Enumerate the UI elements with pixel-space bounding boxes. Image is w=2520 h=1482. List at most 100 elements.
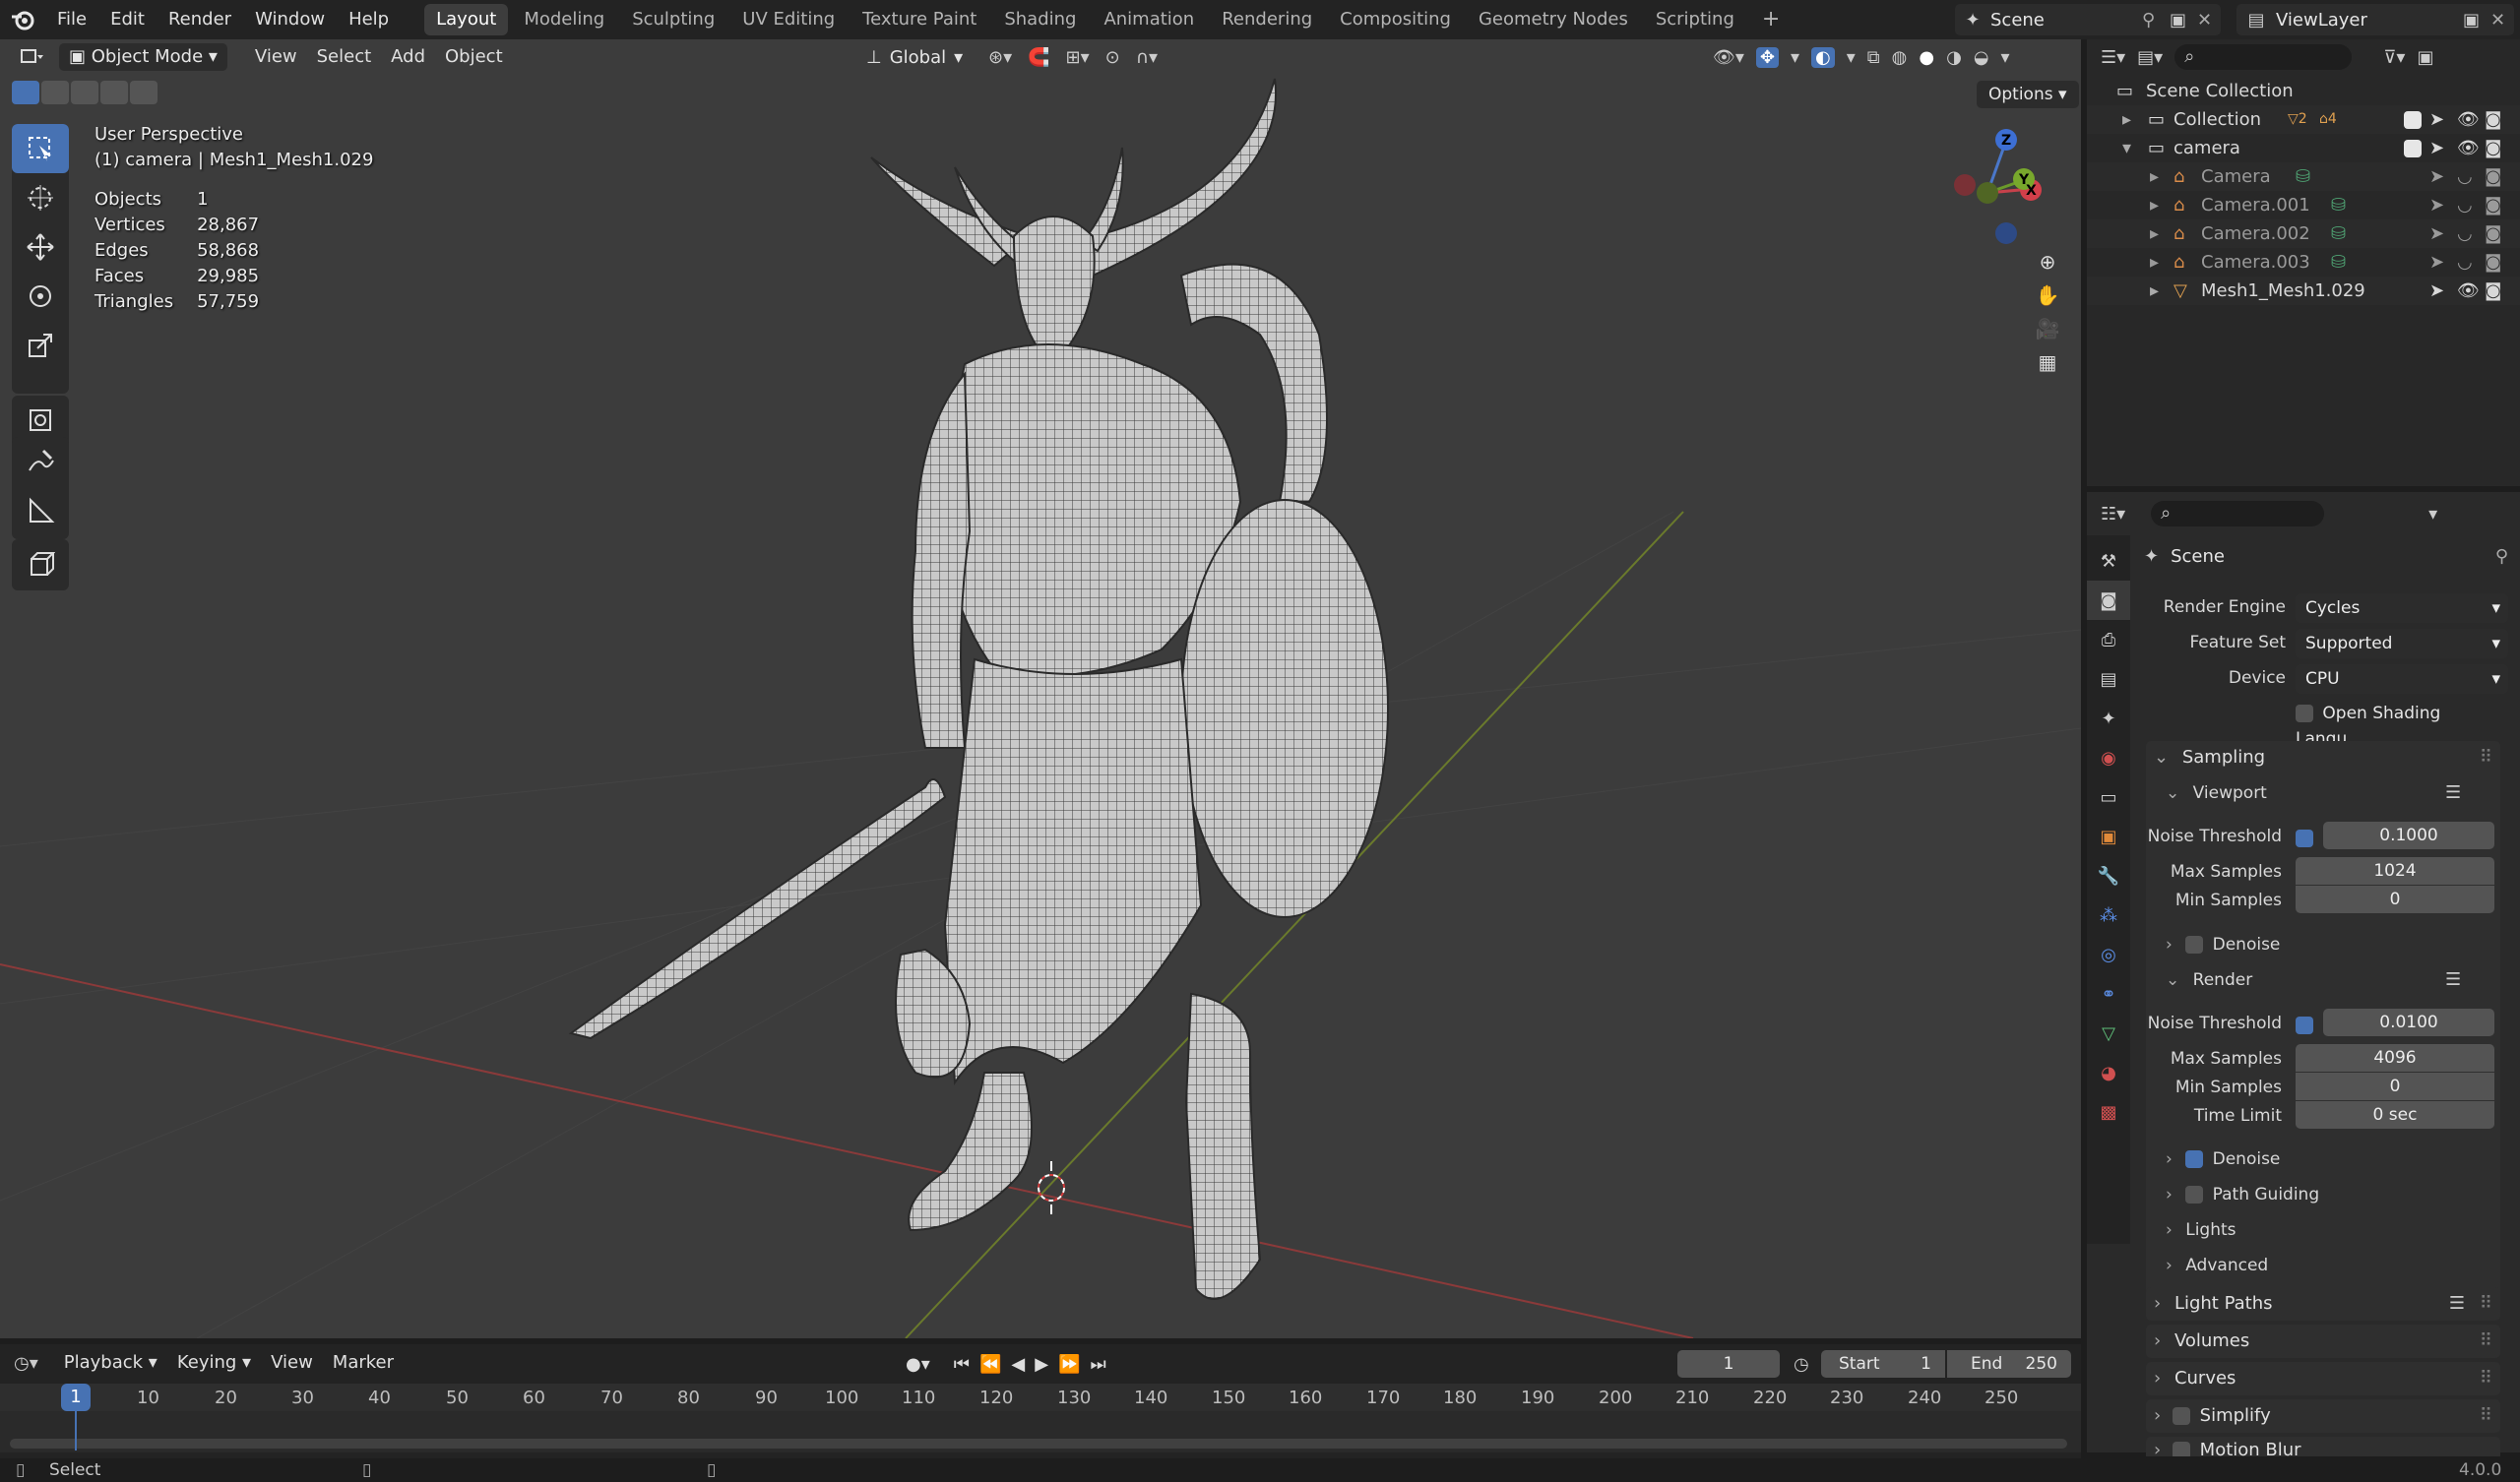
menu-edit[interactable]: Edit xyxy=(98,0,157,39)
pin-icon[interactable]: ⚲ xyxy=(2495,546,2508,567)
feature-set-dropdown[interactable]: Supported ▾ xyxy=(2296,629,2508,658)
render-subpanel-header[interactable]: ⌄ Render xyxy=(2166,965,2252,995)
drag-handle-icon[interactable]: ⠿ xyxy=(2480,741,2492,774)
options-dropdown[interactable]: Options ▾ xyxy=(1977,81,2079,108)
panel-separator[interactable] xyxy=(2087,486,2520,492)
overlays-icon[interactable]: ◐ xyxy=(1811,46,1835,68)
expand-arrow-icon[interactable]: ▸ xyxy=(2150,277,2159,305)
start-frame-field[interactable]: Start 1 xyxy=(1821,1350,1945,1378)
r-denoise-subpanel[interactable]: › Denoise xyxy=(2166,1144,2280,1174)
jump-end-icon[interactable]: ⏭ xyxy=(1090,1354,1105,1375)
light-paths-panel-header[interactable]: › Light Paths ☰ ⠿ xyxy=(2146,1287,2500,1321)
proportional-edit-icon[interactable]: ⊙ xyxy=(1105,47,1120,68)
render-camera-icon[interactable]: ◙ xyxy=(2485,248,2501,277)
tab-animation[interactable]: Animation xyxy=(1092,4,1206,35)
filter-icon[interactable]: ⊽▾ xyxy=(2383,47,2405,68)
new-collection-icon[interactable]: ▣ xyxy=(2417,47,2433,68)
menu-marker[interactable]: Marker xyxy=(323,1348,404,1378)
rotate-tool-icon[interactable] xyxy=(12,272,69,321)
menu-view[interactable]: View xyxy=(261,1348,323,1378)
falloff-icon[interactable]: ∩▾ xyxy=(1136,47,1158,68)
scale-tool-icon[interactable] xyxy=(12,321,69,370)
display-mode-icon[interactable]: ▤▾ xyxy=(2137,47,2163,68)
outliner-item-camera-003[interactable]: ▸ ⌂ Camera.003 ⛁ ➤ ◡ ◙ xyxy=(2087,248,2520,277)
shading-material-icon[interactable]: ◑ xyxy=(1946,47,1962,68)
camera-view-icon[interactable]: 🎥 xyxy=(2036,317,2060,340)
close-icon[interactable]: ✕ xyxy=(2490,10,2514,31)
osl-checkbox[interactable]: Open Shading Langu... xyxy=(2296,701,2512,749)
snap-icon[interactable]: 🧲 xyxy=(1028,47,1049,68)
scene-tab-icon[interactable]: ✦ xyxy=(2087,699,2130,738)
pan-hand-icon[interactable]: ✋ xyxy=(2036,283,2060,307)
expand-arrow-icon[interactable]: ▸ xyxy=(2150,248,2159,277)
eye-icon[interactable]: 👁 xyxy=(2457,277,2480,305)
tab-layout[interactable]: Layout xyxy=(424,4,509,35)
menu-object[interactable]: Object xyxy=(435,42,513,72)
vp-min-samples-field[interactable]: 0 xyxy=(2296,886,2494,913)
viewport-subpanel-header[interactable]: ⌄ Viewport xyxy=(2166,778,2267,808)
new-viewlayer-icon[interactable]: ▣ xyxy=(2463,10,2490,31)
editor-type-icon[interactable]: ◷▾ xyxy=(14,1353,38,1374)
outliner-item-mesh[interactable]: ▸ ▽ Mesh1_Mesh1.029 ➤ 👁 ◙ xyxy=(2087,277,2520,305)
exclude-checkbox[interactable] xyxy=(2404,105,2422,134)
blender-logo-icon[interactable] xyxy=(0,8,45,31)
playhead[interactable]: 1 xyxy=(61,1384,91,1411)
add-cube-tool-icon[interactable] xyxy=(12,539,69,588)
volumes-panel-header[interactable]: › Volumes ⠿ xyxy=(2146,1325,2500,1358)
play-icon[interactable]: ▶ xyxy=(1035,1354,1048,1375)
next-keyframe-icon[interactable]: ⏩ xyxy=(1058,1354,1080,1375)
select-arrow-icon[interactable]: ➤ xyxy=(2429,277,2444,305)
viewlayer-selector[interactable]: ▤ ViewLayer ▣ ✕ xyxy=(2236,4,2514,35)
output-tab-icon[interactable]: ⎙ xyxy=(2087,620,2130,659)
render-engine-dropdown[interactable]: Cycles ▾ xyxy=(2296,593,2508,623)
drag-handle-icon[interactable]: ⠿ xyxy=(2480,1287,2492,1321)
play-reverse-icon[interactable]: ◀ xyxy=(1011,1354,1025,1375)
jump-start-icon[interactable]: ⏮ xyxy=(954,1354,970,1375)
perspective-grid-icon[interactable]: ▦ xyxy=(2039,350,2057,374)
tab-sculpting[interactable]: Sculpting xyxy=(620,4,726,35)
pivot-icon[interactable]: ⊛▾ xyxy=(988,47,1012,68)
options-chevron-icon[interactable]: ▾ xyxy=(2428,504,2437,525)
simplify-panel-header[interactable]: › Simplify ⠿ xyxy=(2146,1399,2500,1433)
select-arrow-icon[interactable]: ➤ xyxy=(2429,248,2444,277)
menu-playback[interactable]: Playback ▾ xyxy=(54,1348,167,1378)
pin-icon[interactable]: ⚲ xyxy=(2142,10,2170,31)
render-camera-icon[interactable]: ◙ xyxy=(2485,162,2501,191)
menu-help[interactable]: Help xyxy=(337,0,401,39)
menu-view[interactable]: View xyxy=(245,42,307,72)
eye-icon[interactable]: 👁 xyxy=(2457,105,2480,134)
drag-handle-icon[interactable]: ⠿ xyxy=(2480,1325,2492,1358)
motion-blur-panel-header[interactable]: › Motion Blur xyxy=(2146,1437,2500,1456)
panel-separator[interactable] xyxy=(2081,39,2087,1458)
expand-arrow-icon[interactable]: ▸ xyxy=(2150,191,2159,219)
close-icon[interactable]: ✕ xyxy=(2197,10,2221,31)
texture-tab-icon[interactable]: ▩ xyxy=(2087,1092,2130,1132)
advanced-subpanel[interactable]: › Advanced xyxy=(2166,1251,2268,1280)
select-arrow-icon[interactable]: ➤ xyxy=(2429,105,2444,134)
select-box-new-icon[interactable] xyxy=(12,81,39,104)
tool-tab-icon[interactable]: ⚒ xyxy=(2087,541,2130,581)
render-camera-icon[interactable]: ◙ xyxy=(2485,134,2501,162)
gizmo-toggle-icon[interactable]: ✥ xyxy=(1755,46,1779,68)
menu-add[interactable]: Add xyxy=(381,42,435,72)
zoom-icon[interactable]: ⊕ xyxy=(2040,250,2056,274)
shading-wireframe-icon[interactable]: ◍ xyxy=(1892,47,1908,68)
select-arrow-icon[interactable]: ➤ xyxy=(2429,219,2444,248)
pivot-snap-group[interactable]: ⊛▾ 🧲 ⊞▾ ⊙ ∩▾ xyxy=(988,43,1158,71)
select-arrow-icon[interactable]: ➤ xyxy=(2429,191,2444,219)
menu-keying[interactable]: Keying ▾ xyxy=(167,1348,261,1378)
navigation-gizmo[interactable]: Z X Y xyxy=(1945,124,2053,252)
r-noise-threshold-field[interactable]: 0.0100 xyxy=(2323,1009,2494,1036)
simplify-checkbox[interactable] xyxy=(2172,1407,2190,1425)
prev-keyframe-icon[interactable]: ⏪ xyxy=(979,1354,1001,1375)
material-tab-icon[interactable]: ◕ xyxy=(2087,1053,2130,1092)
scene-selector[interactable]: ✦ Scene ⚲ ▣ ✕ xyxy=(1955,4,2221,35)
tab-compositing[interactable]: Compositing xyxy=(1328,4,1463,35)
shading-rendered-icon[interactable]: ◒ xyxy=(1974,47,1989,68)
select-box-intersect-icon[interactable] xyxy=(130,81,158,104)
cursor-tool-icon[interactable] xyxy=(12,173,69,222)
select-arrow-icon[interactable]: ➤ xyxy=(2429,134,2444,162)
eye-closed-icon[interactable]: ◡ xyxy=(2457,219,2473,248)
editor-type-icon[interactable] xyxy=(10,42,55,72)
r-denoise-checkbox[interactable] xyxy=(2185,1150,2204,1168)
